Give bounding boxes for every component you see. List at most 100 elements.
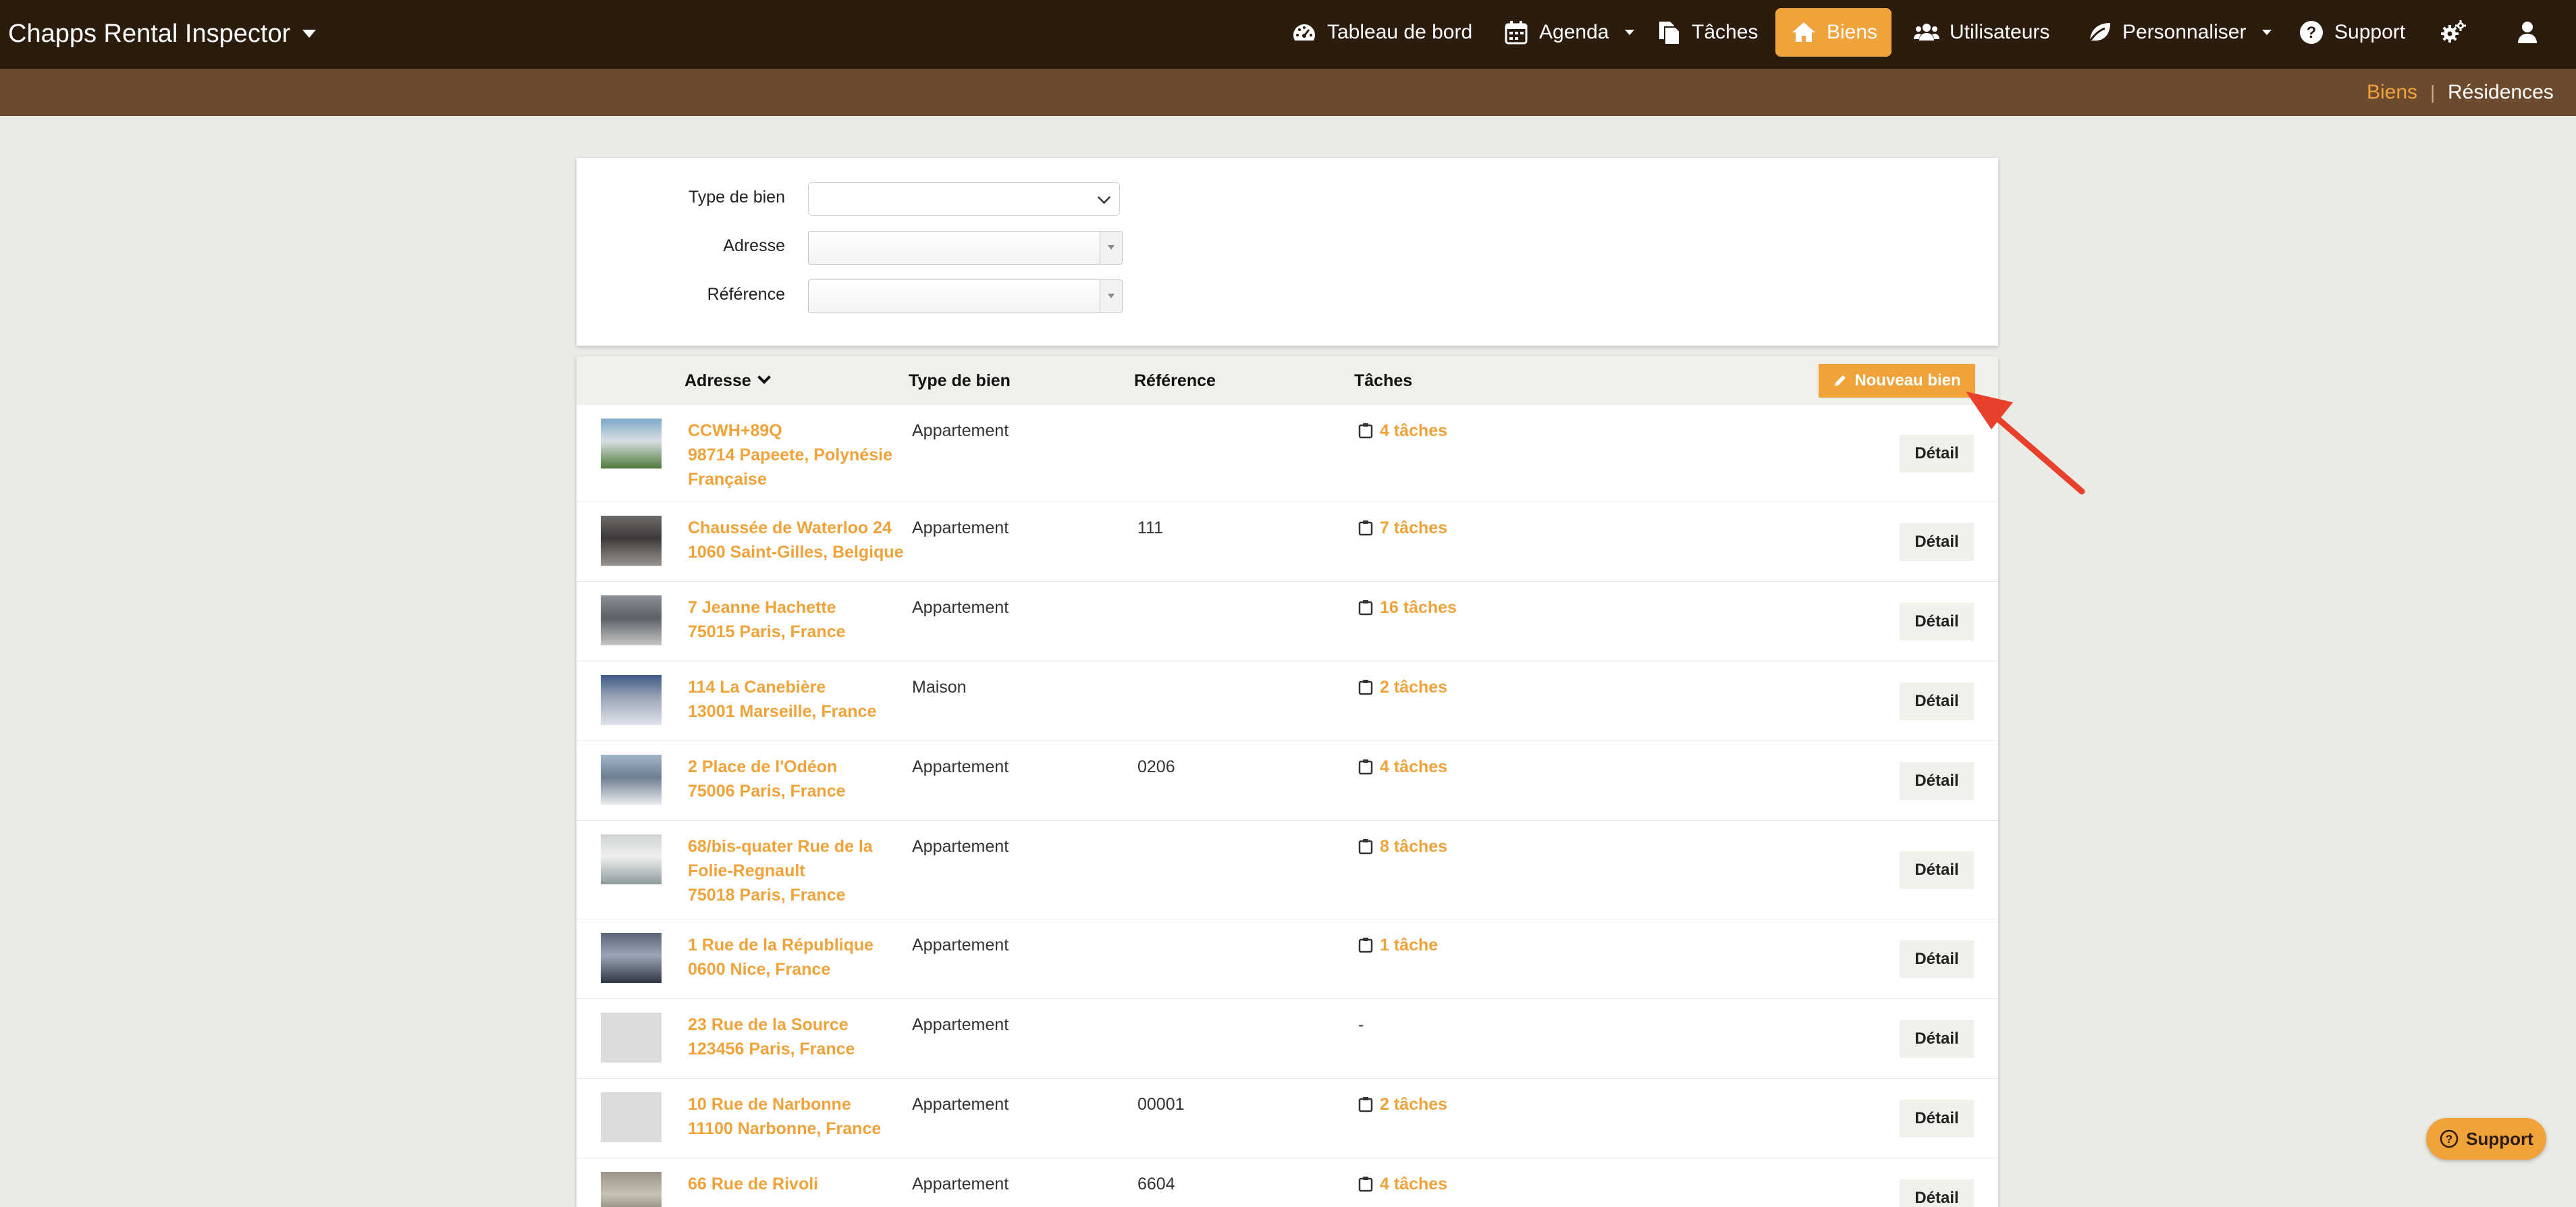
property-address-link[interactable]: 68/bis-quater Rue de la Folie-Regnault 7…	[688, 834, 873, 907]
property-reference: 0206	[1137, 757, 1175, 776]
detail-button[interactable]: Détail	[1900, 1100, 1974, 1137]
property-type: Maison	[912, 678, 967, 697]
nav-agenda-label: Agenda	[1539, 21, 1609, 43]
property-type: Appartement	[912, 837, 1009, 856]
detail-button[interactable]: Détail	[1900, 523, 1974, 561]
home-icon	[1792, 22, 1815, 42]
property-address-link[interactable]: Chaussée de Waterloo 24 1060 Saint-Gille…	[688, 516, 904, 564]
app-brand-menu[interactable]: Chapps Rental Inspector	[8, 0, 317, 68]
column-header-tasks: Tâches	[1354, 371, 1413, 390]
account-button[interactable]	[2514, 8, 2541, 57]
nav-properties[interactable]: Biens	[1775, 8, 1891, 57]
combobox-arrow-icon[interactable]	[1100, 280, 1122, 313]
chevron-down-icon	[302, 30, 317, 38]
property-tasks-link[interactable]: 2 tâches	[1358, 1092, 1447, 1117]
property-thumbnail	[601, 933, 662, 983]
filter-reference-combobox[interactable]	[808, 279, 1123, 313]
nav-support[interactable]: ? Support	[2298, 8, 2405, 57]
column-header-address-label: Adresse	[685, 371, 751, 390]
property-type: Appartement	[912, 421, 1009, 440]
subnav-residences[interactable]: Résidences	[2448, 69, 2554, 116]
property-tasks-link[interactable]: 8 tâches	[1358, 834, 1447, 859]
property-tasks-label: 4 tâches	[1380, 757, 1448, 776]
combobox-arrow-icon[interactable]	[1100, 232, 1122, 264]
svg-text:?: ?	[2446, 1133, 2452, 1146]
property-thumbnail	[601, 1172, 662, 1207]
detail-button[interactable]: Détail	[1900, 1179, 1974, 1207]
property-address-link[interactable]: 23 Rue de la Source 123456 Paris, France	[688, 1013, 855, 1061]
nav-tasks[interactable]: Tâches	[1655, 8, 1758, 57]
nav-users[interactable]: Utilisateurs	[1913, 8, 2049, 57]
table-row: 68/bis-quater Rue de la Folie-Regnault 7…	[576, 821, 1998, 919]
leaf-icon	[2087, 23, 2110, 44]
detail-button[interactable]: Détail	[1900, 603, 1974, 641]
question-circle-icon: ?	[2300, 21, 2323, 44]
property-type: Appartement	[912, 757, 1009, 776]
filter-type-select[interactable]	[808, 182, 1120, 216]
table-row: 114 La Canebière 13001 Marseille, France…	[576, 662, 1998, 741]
table-row: 23 Rue de la Source 123456 Paris, France…	[576, 999, 1998, 1079]
detail-button[interactable]: Détail	[1900, 762, 1974, 800]
calendar-icon	[1505, 21, 1528, 45]
property-tasks-link[interactable]: 7 tâches	[1358, 516, 1447, 540]
clipboard-icon	[1358, 680, 1373, 695]
property-thumbnail	[601, 595, 662, 645]
detail-button[interactable]: Détail	[1900, 682, 1974, 720]
detail-button[interactable]: Détail	[1900, 851, 1974, 889]
users-icon	[1914, 24, 1939, 41]
property-tasks-label: 7 tâches	[1380, 518, 1448, 537]
thumbnail-placeholder	[601, 1013, 662, 1063]
table-header: Adresse Type de bien Référence Tâches No…	[576, 356, 1998, 405]
property-tasks-label: 8 tâches	[1380, 837, 1448, 856]
app-title: Chapps Rental Inspector	[8, 19, 291, 48]
user-icon	[2518, 22, 2537, 43]
property-type: Appartement	[912, 518, 1009, 537]
property-address-link[interactable]: 7 Jeanne Hachette 75015 Paris, France	[688, 595, 846, 644]
property-tasks-link[interactable]: 4 tâches	[1358, 755, 1447, 779]
filter-panel: Type de bien Adresse Référence	[576, 158, 1998, 346]
property-address-link[interactable]: 2 Place de l'Odéon 75006 Paris, France	[688, 755, 846, 803]
property-address-link[interactable]: 1 Rue de la République 0600 Nice, France	[688, 933, 874, 982]
properties-table: Adresse Type de bien Référence Tâches No…	[576, 356, 1998, 1207]
clipboard-icon	[1358, 1177, 1373, 1192]
nav-dashboard[interactable]: Tableau de bord	[1291, 8, 1472, 57]
question-circle-icon: ?	[2440, 1129, 2459, 1148]
nav-customize[interactable]: Personnaliser	[2086, 8, 2272, 57]
property-tasks-label: 4 tâches	[1380, 421, 1448, 440]
nav-support-label: Support	[2334, 21, 2406, 43]
property-address-link[interactable]: 114 La Canebière 13001 Marseille, France	[688, 675, 876, 724]
property-type: Appartement	[912, 1175, 1009, 1193]
filter-type-label: Type de bien	[688, 188, 785, 207]
property-reference: 6604	[1137, 1175, 1175, 1193]
support-widget-button[interactable]: ? Support	[2426, 1118, 2546, 1160]
property-address-link[interactable]: 66 Rue de Rivoli	[688, 1172, 818, 1196]
table-row: 7 Jeanne Hachette 75015 Paris, France App…	[576, 582, 1998, 662]
property-thumbnail	[601, 675, 662, 725]
property-address-link[interactable]: CCWH+89Q 98714 Papeete, Polynésie França…	[688, 419, 892, 491]
new-property-button[interactable]: Nouveau bien	[1819, 364, 1975, 398]
new-property-label: Nouveau bien	[1854, 371, 1961, 390]
property-tasks-link[interactable]: 16 tâches	[1358, 595, 1457, 620]
table-row: 1 Rue de la République 0600 Nice, France…	[576, 919, 1998, 999]
filter-address-combobox[interactable]	[808, 231, 1123, 265]
detail-button[interactable]: Détail	[1900, 435, 1974, 473]
property-tasks-link[interactable]: 4 tâches	[1358, 1172, 1447, 1196]
nav-agenda[interactable]: Agenda	[1503, 8, 1635, 57]
column-header-address[interactable]: Adresse	[685, 356, 771, 405]
property-tasks-link[interactable]: 2 tâches	[1358, 675, 1447, 699]
detail-button[interactable]: Détail	[1900, 1020, 1974, 1058]
cogs-icon	[2441, 20, 2466, 43]
property-type: Appartement	[912, 1015, 1009, 1034]
property-tasks-link[interactable]: 1 tâche	[1358, 933, 1438, 957]
nav-tasks-label: Tâches	[1692, 21, 1759, 43]
gauge-icon	[1293, 24, 1315, 41]
settings-button[interactable]	[2440, 8, 2467, 57]
detail-button[interactable]: Détail	[1900, 940, 1974, 978]
subnav-properties[interactable]: Biens	[2367, 69, 2417, 116]
property-tasks-label: 16 tâches	[1380, 598, 1457, 617]
svg-text:?: ?	[2307, 24, 2317, 42]
property-tasks-link[interactable]: 4 tâches	[1358, 419, 1447, 443]
property-thumbnail	[601, 419, 662, 468]
property-address-link[interactable]: 10 Rue de Narbonne 11100 Narbonne, Franc…	[688, 1092, 881, 1141]
thumbnail-placeholder	[601, 1092, 662, 1142]
